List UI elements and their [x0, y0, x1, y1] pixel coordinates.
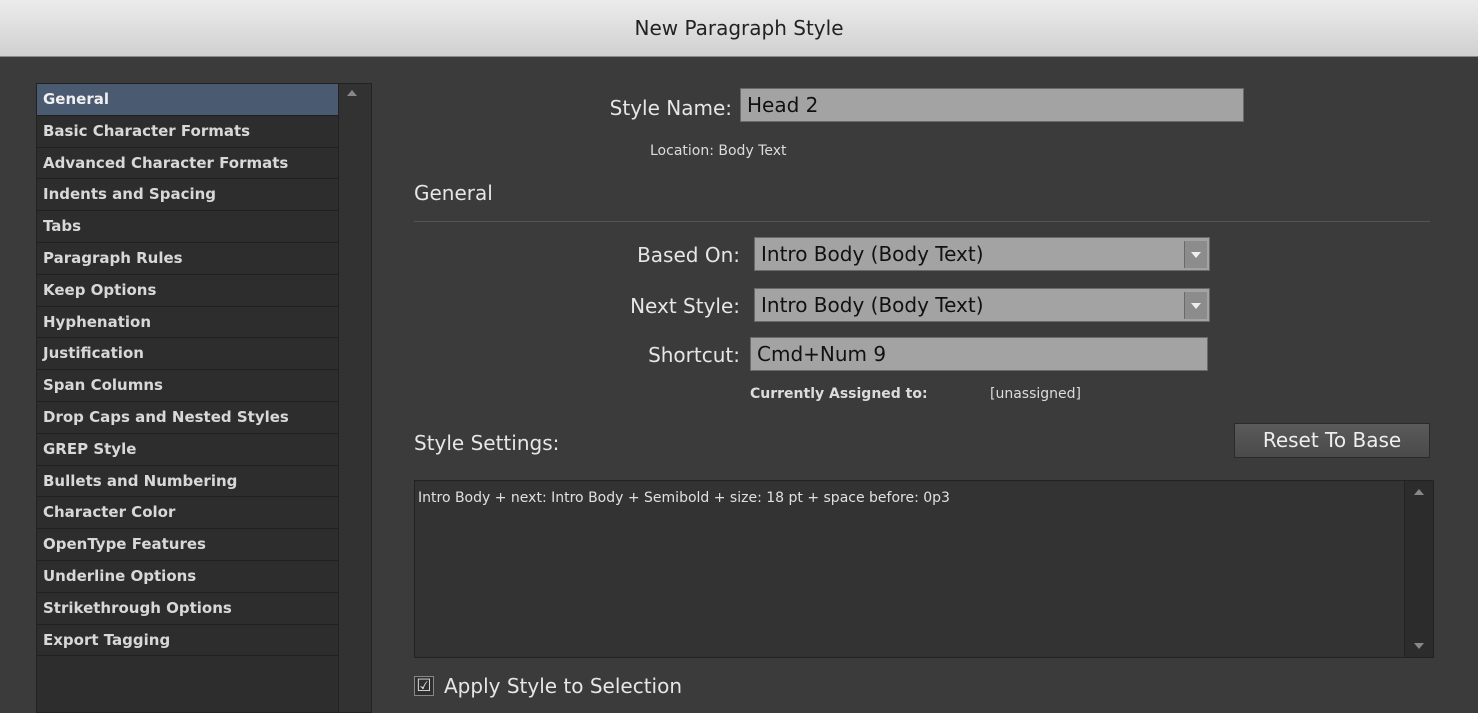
category-list-items: General Basic Character Formats Advanced C… [37, 84, 367, 657]
next-style-label: Next Style: [630, 294, 740, 318]
sidebar-item-strikethrough-options[interactable]: Strikethrough Options [37, 593, 367, 625]
sidebar-item-opentype-features[interactable]: OpenType Features [37, 529, 367, 561]
shortcut-label: Shortcut: [648, 343, 740, 367]
style-name-input[interactable]: Head 2 [740, 88, 1244, 122]
style-settings-box: Intro Body + next: Intro Body + Semibold… [414, 480, 1434, 658]
currently-assigned-label: Currently Assigned to: [750, 386, 928, 402]
apply-style-label: Apply Style to Selection [444, 674, 683, 698]
sidebar-item-hyphenation[interactable]: Hyphenation [37, 307, 367, 339]
based-on-label: Based On: [637, 243, 740, 267]
sidebar-item-paragraph-rules[interactable]: Paragraph Rules [37, 243, 367, 275]
sidebar-item-bullets-and-numbering[interactable]: Bullets and Numbering [37, 466, 367, 498]
scroll-down-arrow-icon[interactable] [1414, 643, 1424, 649]
currently-assigned-value: [unassigned] [990, 386, 1081, 402]
style-name-label: Style Name: [609, 96, 732, 120]
scroll-up-arrow-icon[interactable] [347, 90, 357, 96]
sidebar-item-character-color[interactable]: Character Color [37, 497, 367, 530]
sidebar-item-grep-style[interactable]: GREP Style [37, 434, 367, 466]
category-list-scrollbar[interactable] [338, 84, 371, 712]
style-settings-heading: Style Settings: [414, 431, 560, 455]
next-style-value: Intro Body (Body Text) [761, 293, 984, 317]
section-divider [414, 221, 1430, 222]
shortcut-input[interactable]: Cmd+Num 9 [750, 337, 1208, 371]
category-list[interactable]: General Basic Character Formats Advanced C… [36, 83, 372, 713]
based-on-dropdown[interactable]: Intro Body (Body Text) [754, 237, 1210, 271]
sidebar-item-advanced-character-formats[interactable]: Advanced Character Formats [37, 148, 367, 180]
section-general-heading: General [414, 181, 493, 205]
chevron-down-icon[interactable] [1184, 292, 1207, 319]
sidebar-item-tabs[interactable]: Tabs [37, 211, 367, 243]
sidebar-item-keep-options[interactable]: Keep Options [37, 275, 367, 307]
apply-style-checkbox[interactable]: ☑ [414, 676, 434, 696]
sidebar-item-export-tagging[interactable]: Export Tagging [37, 625, 367, 657]
sidebar-item-basic-character-formats[interactable]: Basic Character Formats [37, 116, 367, 148]
apply-style-row[interactable]: ☑ Apply Style to Selection [414, 674, 682, 698]
scroll-up-arrow-icon[interactable] [1414, 489, 1424, 495]
dialog-title-bar: New Paragraph Style [0, 0, 1478, 57]
sidebar-item-drop-caps-and-nested-styles[interactable]: Drop Caps and Nested Styles [37, 402, 367, 434]
sidebar-item-span-columns[interactable]: Span Columns [37, 370, 367, 402]
style-settings-scrollbar[interactable] [1404, 481, 1433, 657]
sidebar-item-justification[interactable]: Justification [37, 338, 367, 371]
style-settings-text: Intro Body + next: Intro Body + Semibold… [418, 490, 950, 506]
location-value: Body Text [718, 143, 787, 159]
dialog-title: New Paragraph Style [634, 16, 844, 40]
chevron-down-icon[interactable] [1184, 241, 1207, 268]
based-on-value: Intro Body (Body Text) [761, 242, 984, 266]
next-style-dropdown[interactable]: Intro Body (Body Text) [754, 288, 1210, 322]
location-label: Location: Body Text [650, 143, 787, 159]
sidebar-item-underline-options[interactable]: Underline Options [37, 561, 367, 593]
sidebar-item-indents-and-spacing[interactable]: Indents and Spacing [37, 179, 367, 212]
sidebar-item-general[interactable]: General [37, 84, 367, 116]
reset-to-base-button[interactable]: Reset To Base [1234, 423, 1430, 458]
